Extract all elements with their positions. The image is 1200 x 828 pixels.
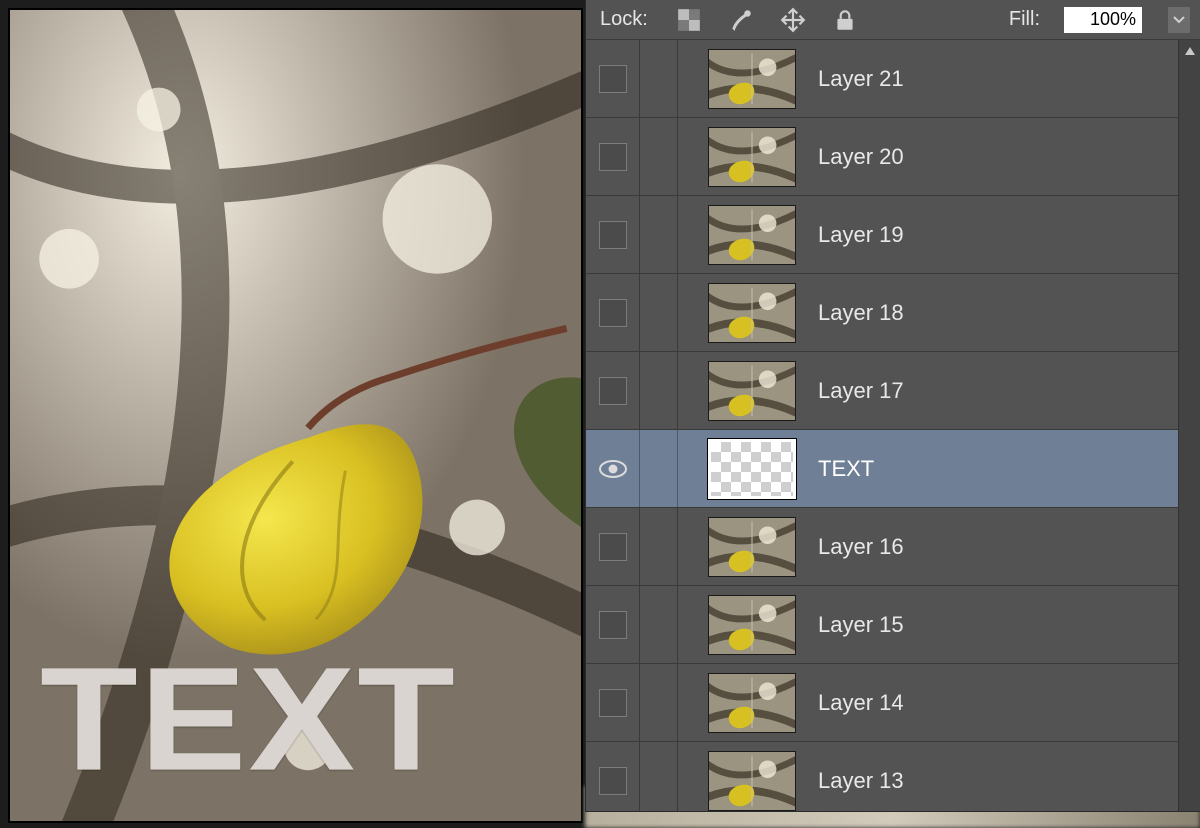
layer-name[interactable]: Layer 17	[818, 378, 904, 404]
fill-value-text: 100%	[1090, 9, 1136, 30]
layer-name[interactable]: Layer 20	[818, 144, 904, 170]
link-column	[640, 664, 678, 741]
layer-name[interactable]: Layer 19	[818, 222, 904, 248]
visibility-toggle[interactable]	[586, 118, 640, 195]
layers-list: Layer 21 Layer 20 Layer 19 Layer 18	[586, 40, 1200, 811]
link-column	[640, 742, 678, 811]
layers-scrollbar[interactable]	[1178, 40, 1200, 811]
layer-thumbnail[interactable]	[708, 361, 796, 421]
layer-row[interactable]: Layer 13	[586, 742, 1178, 811]
visibility-toggle[interactable]	[586, 508, 640, 585]
visibility-toggle[interactable]	[586, 196, 640, 273]
document-canvas[interactable]: TEXT	[8, 8, 583, 823]
visibility-toggle[interactable]	[586, 586, 640, 663]
visibility-empty-box	[599, 65, 627, 93]
visibility-empty-box	[599, 221, 627, 249]
layer-name[interactable]: Layer 16	[818, 534, 904, 560]
fill-value-input[interactable]: 100%	[1064, 7, 1142, 33]
layer-row[interactable]: Layer 16	[586, 508, 1178, 586]
visibility-empty-box	[599, 611, 627, 639]
link-column	[640, 118, 678, 195]
visibility-toggle[interactable]	[586, 742, 640, 811]
visibility-toggle[interactable]	[586, 352, 640, 429]
layer-row[interactable]: Layer 18	[586, 274, 1178, 352]
layer-row[interactable]: Layer 20	[586, 118, 1178, 196]
layer-row[interactable]: Layer 19	[586, 196, 1178, 274]
lock-transparency-icon[interactable]	[676, 7, 702, 33]
visibility-empty-box	[599, 299, 627, 327]
layer-name[interactable]: TEXT	[818, 456, 874, 482]
layer-thumbnail[interactable]	[708, 673, 796, 733]
visibility-toggle[interactable]	[586, 430, 640, 507]
layers-panel: Lock: Fill: 100%	[585, 0, 1200, 812]
layer-thumbnail[interactable]	[708, 517, 796, 577]
scroll-up-button[interactable]	[1179, 40, 1200, 62]
lock-all-icon[interactable]	[832, 7, 858, 33]
layer-name[interactable]: Layer 13	[818, 768, 904, 794]
layer-thumbnail[interactable]	[708, 595, 796, 655]
visibility-empty-box	[599, 533, 627, 561]
layer-thumbnail[interactable]	[708, 283, 796, 343]
lock-position-icon[interactable]	[780, 7, 806, 33]
layer-thumbnail[interactable]	[708, 205, 796, 265]
link-column	[640, 40, 678, 117]
lock-paint-icon[interactable]	[728, 7, 754, 33]
visibility-empty-box	[599, 689, 627, 717]
link-column	[640, 196, 678, 273]
link-column	[640, 274, 678, 351]
layer-name[interactable]: Layer 15	[818, 612, 904, 638]
layer-thumbnail[interactable]	[708, 751, 796, 811]
layer-name[interactable]: Layer 14	[818, 690, 904, 716]
link-column	[640, 586, 678, 663]
link-column	[640, 508, 678, 585]
layer-row[interactable]: Layer 14	[586, 664, 1178, 742]
visibility-toggle[interactable]	[586, 664, 640, 741]
lock-label: Lock:	[600, 8, 648, 31]
visibility-toggle[interactable]	[586, 274, 640, 351]
canvas-text-overlay: TEXT	[40, 653, 457, 785]
visibility-empty-box	[599, 767, 627, 795]
layer-thumbnail[interactable]	[708, 439, 796, 499]
layer-thumbnail[interactable]	[708, 127, 796, 187]
layer-row[interactable]: Layer 21	[586, 40, 1178, 118]
visibility-empty-box	[599, 143, 627, 171]
layer-name[interactable]: Layer 18	[818, 300, 904, 326]
eye-icon	[598, 458, 628, 480]
layer-thumbnail[interactable]	[708, 49, 796, 109]
fill-label: Fill:	[1009, 8, 1040, 31]
visibility-toggle[interactable]	[586, 40, 640, 117]
fill-dropdown-button[interactable]	[1168, 7, 1190, 33]
link-column	[640, 430, 678, 507]
visibility-empty-box	[599, 377, 627, 405]
link-column	[640, 352, 678, 429]
layer-row[interactable]: Layer 15	[586, 586, 1178, 664]
layer-row[interactable]: TEXT	[586, 430, 1178, 508]
layer-row[interactable]: Layer 17	[586, 352, 1178, 430]
layers-panel-header: Lock: Fill: 100%	[586, 0, 1200, 40]
layer-name[interactable]: Layer 21	[818, 66, 904, 92]
